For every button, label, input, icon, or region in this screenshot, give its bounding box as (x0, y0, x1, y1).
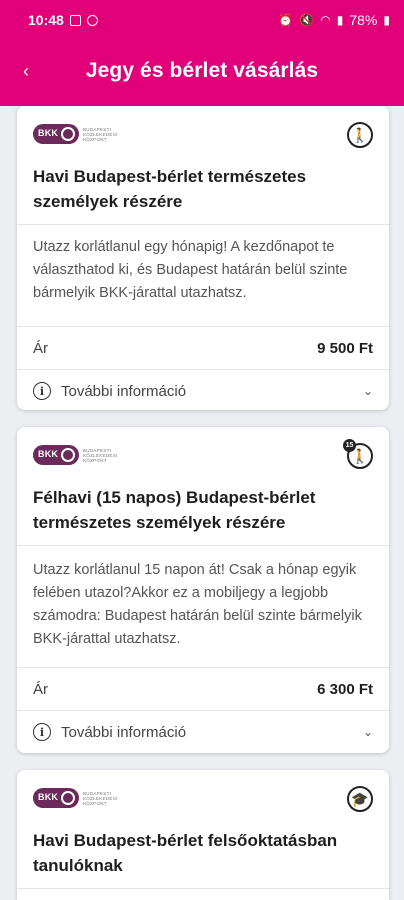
signal-icon: ▮ (336, 13, 344, 27)
ticket-list[interactable]: BKK BUDAPESTI KÖZLEKEDÉSI KÖZPONT 🚶 Havi… (0, 106, 404, 900)
price-label: Ár (33, 680, 48, 698)
bkk-logo-ring (61, 791, 75, 805)
alarm-icon: ⏰ (278, 13, 294, 27)
price-value: 6 300 Ft (317, 680, 373, 698)
bkk-logo-caption: BUDAPESTI KÖZLEKEDÉSI KÖZPONT (83, 791, 143, 806)
bkk-logo-ring (61, 448, 75, 462)
wifi-icon: ◠ (320, 13, 331, 27)
bkk-logo-badge: BKK (33, 124, 79, 144)
bkk-logo-text: BKK (38, 449, 59, 459)
more-info-toggle[interactable]: i További információ ⌄ (17, 370, 389, 410)
bkk-logo-ring (61, 127, 75, 141)
bkk-logo: BKK BUDAPESTI KÖZLEKEDÉSI KÖZPONT (33, 124, 143, 144)
bkk-logo-caption: BUDAPESTI KÖZLEKEDÉSI KÖZPONT (83, 127, 143, 142)
price-label: Ár (33, 339, 48, 357)
app-bar: ‹ Jegy és bérlet vásárlás (0, 40, 404, 106)
more-info-left: i További információ (33, 723, 186, 741)
page-title: Jegy és bérlet vásárlás (85, 59, 319, 82)
bkk-logo-badge: BKK (33, 445, 79, 465)
card-header: BKK BUDAPESTI KÖZLEKEDÉSI KÖZPONT 🚶 (17, 106, 389, 158)
bkk-logo: BKK BUDAPESTI KÖZLEKEDÉSI KÖZPONT (33, 788, 143, 808)
logo-line: KÖZPONT (83, 800, 107, 806)
person-icon: 🚶 (347, 122, 373, 148)
bkk-logo-badge: BKK (33, 788, 79, 808)
price-row: Ár 9 500 Ft (17, 327, 389, 369)
info-icon: i (33, 723, 51, 741)
more-info-left: i További információ (33, 382, 186, 400)
bkk-logo-caption: BUDAPESTI KÖZLEKEDÉSI KÖZPONT (83, 448, 143, 463)
image-notification-icon (69, 14, 81, 26)
dnd-icon (86, 14, 98, 26)
person-15-icon: 🚶 15 (343, 439, 373, 469)
days-badge: 15 (343, 439, 356, 452)
ticket-title: Havi Budapest-bérlet természetes személy… (33, 167, 307, 211)
more-info-label: További információ (61, 723, 187, 741)
bkk-logo-text: BKK (38, 792, 59, 802)
back-button[interactable]: ‹ (10, 56, 42, 86)
ticket-title: Havi Budapest-bérlet felsőoktatásban tan… (33, 831, 338, 875)
ticket-description: Utazz korlátlanul egy hónapig! A kezdőna… (33, 239, 348, 301)
bkk-logo: BKK BUDAPESTI KÖZLEKEDÉSI KÖZPONT (33, 445, 143, 465)
price-value: 9 500 Ft (317, 339, 373, 357)
status-bar: 10:48 ⏰ 🔇 ◠ ▮ 78% ▮ (0, 0, 404, 40)
ticket-card[interactable]: BKK BUDAPESTI KÖZLEKEDÉSI KÖZPONT 🎓 Havi… (17, 770, 389, 900)
battery-percent: 78% (349, 12, 378, 28)
ticket-card[interactable]: BKK BUDAPESTI KÖZLEKEDÉSI KÖZPONT 🚶 Havi… (17, 106, 389, 410)
back-arrow-icon: ‹ (23, 60, 29, 81)
card-header: BKK BUDAPESTI KÖZLEKEDÉSI KÖZPONT 🚶 15 (17, 427, 389, 479)
more-info-label: További információ (61, 382, 187, 400)
battery-icon: ▮ (383, 13, 390, 27)
ticket-title: Félhavi (15 napos) Budapest-bérlet termé… (33, 488, 316, 532)
status-left: 10:48 (28, 12, 98, 28)
info-icon: i (33, 382, 51, 400)
bkk-logo-text: BKK (38, 128, 59, 138)
divider (17, 888, 389, 889)
chevron-down-icon: ⌄ (362, 725, 373, 739)
chevron-down-icon: ⌄ (362, 384, 373, 398)
more-info-toggle[interactable]: i További információ ⌄ (17, 711, 389, 753)
card-header: BKK BUDAPESTI KÖZLEKEDÉSI KÖZPONT 🎓 (17, 770, 389, 822)
mute-icon: 🔇 (299, 13, 315, 27)
ticket-description: Utazz korlátlanul 15 napon át! Csak a hó… (33, 562, 362, 647)
status-time: 10:48 (28, 12, 64, 28)
status-right: ⏰ 🔇 ◠ ▮ 78% ▮ (278, 12, 390, 28)
graduation-cap-icon: 🎓 (347, 786, 373, 812)
logo-line: KÖZPONT (83, 136, 107, 142)
ticket-card[interactable]: BKK BUDAPESTI KÖZLEKEDÉSI KÖZPONT 🚶 15 F… (17, 427, 389, 753)
logo-line: KÖZPONT (83, 457, 107, 463)
price-row: Ár 6 300 Ft (17, 668, 389, 710)
